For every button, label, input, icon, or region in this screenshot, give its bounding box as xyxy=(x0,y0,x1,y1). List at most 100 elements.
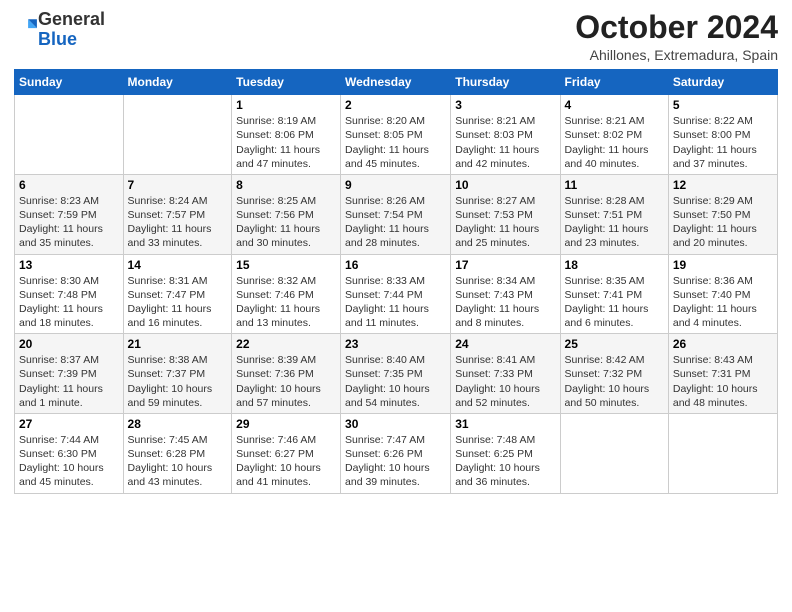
table-row xyxy=(123,95,232,175)
day-number: 30 xyxy=(345,417,446,431)
day-info: Sunrise: 8:41 AM Sunset: 7:33 PM Dayligh… xyxy=(455,353,555,410)
logo: General Blue xyxy=(14,10,105,50)
day-number: 28 xyxy=(128,417,228,431)
day-number: 17 xyxy=(455,258,555,272)
table-row: 9 Sunrise: 8:26 AM Sunset: 7:54 PM Daylig… xyxy=(341,174,451,254)
table-row: 15Sunrise: 8:32 AM Sunset: 7:46 PM Dayli… xyxy=(232,254,341,334)
logo-blue: Blue xyxy=(38,29,77,49)
table-row: 19 Sunrise: 8:36 AM Sunset: 7:40 PM Dayli… xyxy=(668,254,777,334)
table-row: 6 Sunrise: 8:23 AM Sunset: 7:59 PM Daylig… xyxy=(15,174,124,254)
day-number: 18 xyxy=(565,258,664,272)
day-info: Sunrise: 8:43 AM Sunset: 7:31 PM Dayligh… xyxy=(673,353,773,410)
day-info: Sunrise: 8:25 AM Sunset: 7:56 PM Dayligh… xyxy=(236,194,336,251)
table-row xyxy=(668,413,777,493)
day-info: Sunrise: 8:36 AM Sunset: 7:40 PM Dayligh… xyxy=(673,274,773,331)
day-number: 5 xyxy=(673,98,773,112)
day-info: Sunrise: 8:21 AM Sunset: 8:03 PM Dayligh… xyxy=(455,114,555,171)
day-number: 16 xyxy=(345,258,446,272)
table-row: 14 Sunrise: 8:31 AM Sunset: 7:47 PM Dayli… xyxy=(123,254,232,334)
day-info: Sunrise: 8:26 AM Sunset: 7:54 PM Dayligh… xyxy=(345,194,446,251)
table-row: 31Sunrise: 7:48 AM Sunset: 6:25 PM Dayli… xyxy=(451,413,560,493)
table-row: 26 Sunrise: 8:43 AM Sunset: 7:31 PM Dayli… xyxy=(668,334,777,414)
day-number: 6 xyxy=(19,178,119,192)
table-row: 8 Sunrise: 8:25 AM Sunset: 7:56 PM Daylig… xyxy=(232,174,341,254)
day-info: Sunrise: 8:32 AM Sunset: 7:46 PM Dayligh… xyxy=(236,274,336,331)
day-number: 3 xyxy=(455,98,555,112)
table-row: 22Sunrise: 8:39 AM Sunset: 7:36 PM Dayli… xyxy=(232,334,341,414)
table-row: 10Sunrise: 8:27 AM Sunset: 7:53 PM Dayli… xyxy=(451,174,560,254)
day-info: Sunrise: 8:38 AM Sunset: 7:37 PM Dayligh… xyxy=(128,353,228,410)
day-number: 7 xyxy=(128,178,228,192)
table-row: 4 Sunrise: 8:21 AM Sunset: 8:02 PM Daylig… xyxy=(560,95,668,175)
day-number: 13 xyxy=(19,258,119,272)
table-row: 29 Sunrise: 7:46 AM Sunset: 6:27 PM Dayli… xyxy=(232,413,341,493)
day-info: Sunrise: 8:42 AM Sunset: 7:32 PM Dayligh… xyxy=(565,353,664,410)
day-info: Sunrise: 8:24 AM Sunset: 7:57 PM Dayligh… xyxy=(128,194,228,251)
day-info: Sunrise: 8:35 AM Sunset: 7:41 PM Dayligh… xyxy=(565,274,664,331)
day-info: Sunrise: 8:33 AM Sunset: 7:44 PM Dayligh… xyxy=(345,274,446,331)
header: General Blue October 2024 Ahillones, Ext… xyxy=(14,10,778,63)
month-title: October 2024 xyxy=(575,10,778,45)
col-monday: Monday xyxy=(123,70,232,95)
table-row: 27Sunrise: 7:44 AM Sunset: 6:30 PM Dayli… xyxy=(15,413,124,493)
col-friday: Friday xyxy=(560,70,668,95)
col-tuesday: Tuesday xyxy=(232,70,341,95)
day-number: 23 xyxy=(345,337,446,351)
day-number: 25 xyxy=(565,337,664,351)
logo-text: General Blue xyxy=(38,10,105,50)
day-number: 4 xyxy=(565,98,664,112)
calendar-week-row: 27Sunrise: 7:44 AM Sunset: 6:30 PM Dayli… xyxy=(15,413,778,493)
title-block: October 2024 Ahillones, Extremadura, Spa… xyxy=(575,10,778,63)
day-info: Sunrise: 7:45 AM Sunset: 6:28 PM Dayligh… xyxy=(128,433,228,490)
day-info: Sunrise: 8:21 AM Sunset: 8:02 PM Dayligh… xyxy=(565,114,664,171)
day-number: 2 xyxy=(345,98,446,112)
day-info: Sunrise: 8:27 AM Sunset: 7:53 PM Dayligh… xyxy=(455,194,555,251)
table-row xyxy=(560,413,668,493)
day-number: 20 xyxy=(19,337,119,351)
table-row: 2 Sunrise: 8:20 AM Sunset: 8:05 PM Daylig… xyxy=(341,95,451,175)
table-row: 18 Sunrise: 8:35 AM Sunset: 7:41 PM Dayli… xyxy=(560,254,668,334)
day-info: Sunrise: 8:31 AM Sunset: 7:47 PM Dayligh… xyxy=(128,274,228,331)
day-number: 12 xyxy=(673,178,773,192)
table-row: 24Sunrise: 8:41 AM Sunset: 7:33 PM Dayli… xyxy=(451,334,560,414)
col-thursday: Thursday xyxy=(451,70,560,95)
day-number: 29 xyxy=(236,417,336,431)
table-row: 1 Sunrise: 8:19 AM Sunset: 8:06 PM Daylig… xyxy=(232,95,341,175)
day-number: 26 xyxy=(673,337,773,351)
day-info: Sunrise: 8:19 AM Sunset: 8:06 PM Dayligh… xyxy=(236,114,336,171)
page: General Blue October 2024 Ahillones, Ext… xyxy=(0,0,792,612)
table-row: 13Sunrise: 8:30 AM Sunset: 7:48 PM Dayli… xyxy=(15,254,124,334)
day-info: Sunrise: 8:29 AM Sunset: 7:50 PM Dayligh… xyxy=(673,194,773,251)
day-info: Sunrise: 8:28 AM Sunset: 7:51 PM Dayligh… xyxy=(565,194,664,251)
table-row: 25 Sunrise: 8:42 AM Sunset: 7:32 PM Dayli… xyxy=(560,334,668,414)
col-sunday: Sunday xyxy=(15,70,124,95)
day-number: 19 xyxy=(673,258,773,272)
logo-icon xyxy=(16,16,38,38)
calendar-week-row: 6 Sunrise: 8:23 AM Sunset: 7:59 PM Daylig… xyxy=(15,174,778,254)
table-row: 11 Sunrise: 8:28 AM Sunset: 7:51 PM Dayli… xyxy=(560,174,668,254)
day-number: 8 xyxy=(236,178,336,192)
subtitle: Ahillones, Extremadura, Spain xyxy=(575,47,778,63)
day-number: 9 xyxy=(345,178,446,192)
day-number: 1 xyxy=(236,98,336,112)
day-number: 14 xyxy=(128,258,228,272)
table-row: 21Sunrise: 8:38 AM Sunset: 7:37 PM Dayli… xyxy=(123,334,232,414)
calendar-week-row: 13Sunrise: 8:30 AM Sunset: 7:48 PM Dayli… xyxy=(15,254,778,334)
day-info: Sunrise: 8:39 AM Sunset: 7:36 PM Dayligh… xyxy=(236,353,336,410)
table-row: 17 Sunrise: 8:34 AM Sunset: 7:43 PM Dayli… xyxy=(451,254,560,334)
table-row: 30Sunrise: 7:47 AM Sunset: 6:26 PM Dayli… xyxy=(341,413,451,493)
calendar-week-row: 20 Sunrise: 8:37 AM Sunset: 7:39 PM Dayli… xyxy=(15,334,778,414)
day-info: Sunrise: 8:34 AM Sunset: 7:43 PM Dayligh… xyxy=(455,274,555,331)
day-info: Sunrise: 8:23 AM Sunset: 7:59 PM Dayligh… xyxy=(19,194,119,251)
day-number: 11 xyxy=(565,178,664,192)
table-row: 3 Sunrise: 8:21 AM Sunset: 8:03 PM Daylig… xyxy=(451,95,560,175)
table-row: 12 Sunrise: 8:29 AM Sunset: 7:50 PM Dayli… xyxy=(668,174,777,254)
day-info: Sunrise: 7:46 AM Sunset: 6:27 PM Dayligh… xyxy=(236,433,336,490)
day-info: Sunrise: 7:48 AM Sunset: 6:25 PM Dayligh… xyxy=(455,433,555,490)
day-info: Sunrise: 8:20 AM Sunset: 8:05 PM Dayligh… xyxy=(345,114,446,171)
col-wednesday: Wednesday xyxy=(341,70,451,95)
calendar-table: Sunday Monday Tuesday Wednesday Thursday… xyxy=(14,69,778,493)
day-info: Sunrise: 8:37 AM Sunset: 7:39 PM Dayligh… xyxy=(19,353,119,410)
table-row xyxy=(15,95,124,175)
day-info: Sunrise: 8:40 AM Sunset: 7:35 PM Dayligh… xyxy=(345,353,446,410)
